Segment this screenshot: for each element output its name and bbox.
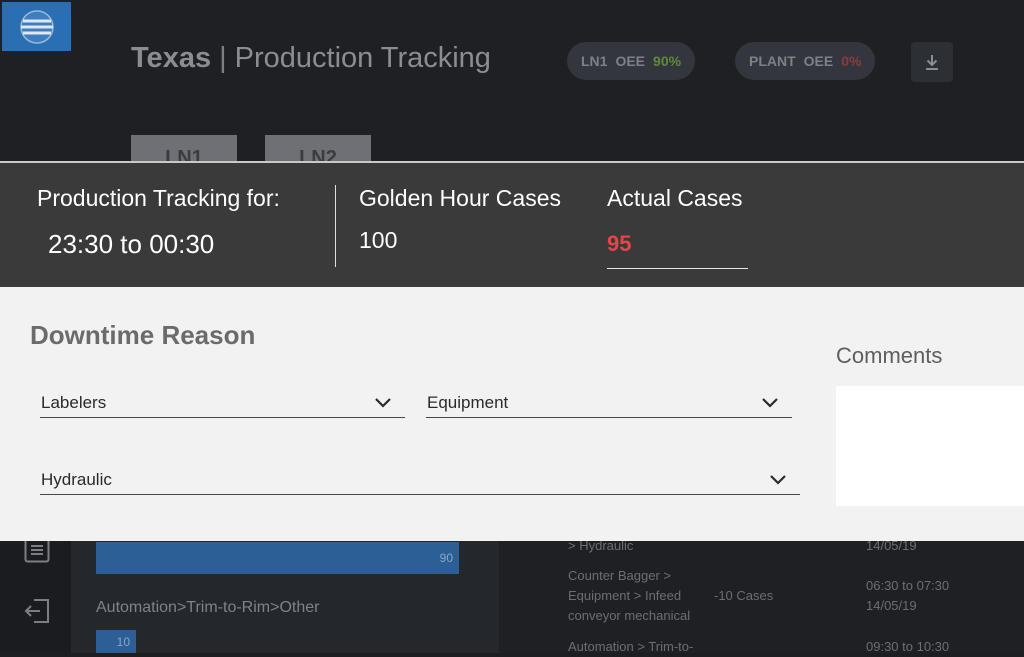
bar-value-label: 90 (439, 551, 453, 565)
log-reason-line: Counter Bagger > (568, 568, 671, 583)
log-time-line: 09:30 to 10:30 (866, 639, 950, 654)
log-cases: -10 Cases (714, 588, 774, 603)
page-title: Texas | Production Tracking (131, 42, 491, 75)
summary-divider (335, 185, 336, 267)
log-time-line: 06:30 to 07:30 (866, 578, 950, 593)
ln1-oee-badge[interactable]: LN1 OEE 90% (567, 42, 696, 80)
actual-cases-input[interactable]: 95 (607, 229, 748, 269)
globe-logo-icon (19, 9, 54, 44)
download-icon (926, 55, 938, 70)
log-reason-line: conveyor mechanical (568, 608, 691, 623)
plant-oee-badge[interactable]: PLANT OEE 0% (735, 42, 876, 80)
actual-cases-label: Actual Cases (607, 185, 743, 211)
downtime-reason-title: Downtime Reason (30, 320, 256, 350)
category-select[interactable]: Labelers (40, 388, 405, 418)
pill-value: 90% (653, 53, 682, 69)
page-name: Production Tracking (234, 42, 491, 74)
pill-metric: OEE (803, 53, 834, 69)
log-reason-line: Automation > Trim-to- (568, 639, 694, 654)
pill-name: LN1 (581, 53, 608, 69)
bar-value-label: 10 (116, 634, 130, 649)
log-time: 09:30 to 10:30 (866, 637, 949, 657)
reason-select[interactable]: Hydraulic (40, 465, 800, 495)
golden-hour-value: 100 (359, 227, 398, 253)
pill-name: PLANT (749, 53, 796, 69)
chevron-down-icon (770, 474, 786, 485)
chart-bar: 10 (96, 630, 136, 653)
logout-icon[interactable] (24, 598, 50, 624)
downtime-reason-form: Downtime Reason Labelers Equipment Hydra… (0, 287, 1024, 541)
log-time-line: 14/05/19 (866, 598, 917, 613)
title-separator: | (219, 42, 227, 74)
download-button[interactable] (911, 42, 953, 82)
left-rail (0, 537, 71, 653)
golden-hour-label: Golden Hour Cases (359, 185, 561, 211)
log-reason: Counter Bagger > Equipment > Infeed conv… (568, 566, 690, 626)
category-select-value: Labelers (41, 392, 107, 412)
comments-input[interactable] (836, 386, 1024, 506)
tracking-label: Production Tracking for: (37, 185, 280, 211)
type-select-value: Equipment (427, 392, 509, 412)
reason-select-value: Hydraulic (41, 469, 112, 489)
chevron-down-icon (762, 397, 778, 408)
comments-label: Comments (836, 343, 943, 368)
chart-bar-label: Automation>Trim-to-Rim>Other (96, 599, 320, 616)
pill-metric: OEE (615, 53, 646, 69)
pill-value: 0% (841, 53, 862, 69)
tracking-range: 23:30 to 00:30 (48, 229, 215, 259)
production-tracking-summary: Production Tracking for: 23:30 to 00:30 … (0, 161, 1024, 287)
site-name: Texas (131, 42, 212, 74)
log-reason-line: Equipment > Infeed (568, 588, 682, 603)
type-select[interactable]: Equipment (426, 388, 792, 418)
chevron-down-icon (375, 397, 391, 408)
globe-logo[interactable] (2, 2, 71, 51)
log-reason: Automation > Trim-to- (568, 637, 693, 657)
log-time: 06:30 to 07:30 14/05/19 (866, 576, 949, 616)
chart-bar: 90 (96, 542, 459, 574)
